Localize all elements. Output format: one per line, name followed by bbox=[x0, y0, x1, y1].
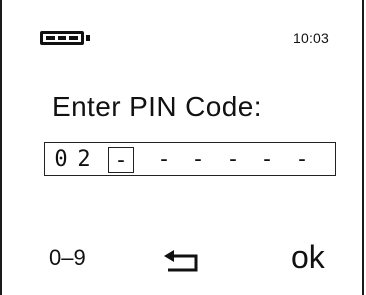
pin-slot[interactable]: - bbox=[220, 147, 246, 173]
pin-slot[interactable]: 2 bbox=[71, 147, 97, 173]
back-arrow-icon[interactable] bbox=[162, 248, 202, 272]
ok-softkey[interactable]: ok bbox=[291, 241, 325, 273]
clock: 10:03 bbox=[293, 30, 330, 46]
pin-slot[interactable]: - bbox=[289, 147, 315, 173]
pin-input[interactable]: 0 2 - - - - - - bbox=[44, 142, 336, 176]
device-screen: 10:03 Enter PIN Code: 0 2 - - - - - - 0–… bbox=[0, 0, 364, 295]
pin-slot[interactable]: - bbox=[151, 147, 177, 173]
pin-slot-active[interactable]: - bbox=[108, 147, 134, 173]
pin-prompt-label: Enter PIN Code: bbox=[52, 91, 262, 122]
battery-icon bbox=[40, 31, 90, 45]
pin-slot[interactable]: - bbox=[254, 147, 280, 173]
pin-slot[interactable]: - bbox=[185, 147, 211, 173]
digits-softkey[interactable]: 0–9 bbox=[49, 245, 86, 271]
